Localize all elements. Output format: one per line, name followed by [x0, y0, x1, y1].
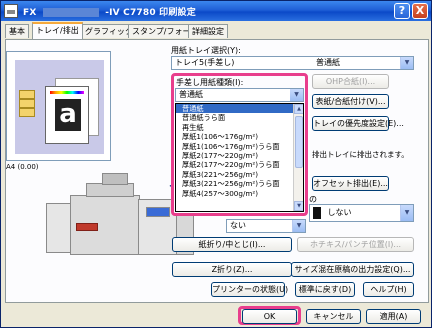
paper-type-option[interactable]: 厚紙3(221〜256g/m²)うら面 [176, 179, 303, 188]
scroll-thumb[interactable] [295, 116, 303, 168]
tab-tray-output[interactable]: トレイ/排出 [32, 22, 83, 39]
paper-type-option[interactable]: 厚紙4(257〜300g/m²) [176, 189, 303, 198]
tray-select-combo[interactable]: トレイ5(手差し) 普通紙 ▼ [171, 56, 414, 70]
paper-type-label: 手差し用紙種類(I): [176, 78, 244, 87]
tray-priority-button[interactable]: トレイの優先度設定(E)... [312, 116, 404, 131]
color-bar [50, 91, 84, 94]
printer-status-button[interactable]: プリンターの状態(U) [211, 282, 288, 297]
paper-size-label: A4 (0.00) [6, 163, 39, 171]
list-scrollbar[interactable]: ▲ ▼ [293, 104, 303, 211]
chevron-down-icon[interactable]: ▼ [290, 89, 303, 101]
printer-app-icon [4, 4, 18, 18]
fold-saddle-button[interactable]: 紙折り/中とじ(I)... [172, 237, 292, 252]
chevron-down-icon[interactable]: ▼ [292, 220, 305, 232]
ok-button[interactable]: OK [242, 309, 297, 324]
tab-basic[interactable]: 基本 [5, 24, 29, 38]
staple-icon [313, 206, 321, 219]
small-select[interactable]: ない ▼ [226, 219, 306, 233]
staple-punch-position-button[interactable]: ホチキス/パンチ位置(I)... [297, 237, 414, 252]
small-select-value: ない [230, 221, 246, 230]
paper-stack-icon [19, 90, 39, 130]
scroll-down-icon[interactable]: ▼ [294, 201, 303, 211]
mixed-size-output-button[interactable]: サイズ混在原稿の出力設定(Q)... [291, 262, 414, 277]
output-note: 排出トレイに排出されます。 [312, 150, 409, 159]
close-title-button[interactable]: X [412, 3, 428, 19]
tray-value: トレイ5(手差し) [175, 58, 235, 67]
paper-type-option[interactable]: 厚紙1(106〜176g/m²)うら面 [176, 142, 303, 151]
apply-button[interactable]: 適用(A) [366, 309, 421, 324]
chevron-down-icon[interactable]: ▼ [400, 205, 413, 221]
help-title-button[interactable]: ? [394, 3, 410, 19]
help-button[interactable]: ヘルプ(H) [363, 282, 414, 297]
title-main: -IV C7780 印刷設定 [105, 8, 196, 18]
tray-paper-value: 普通紙 [316, 58, 340, 67]
restore-default-button[interactable]: 標準に戻す(D) [295, 282, 355, 297]
tray-select-label: 用紙トレイ選択(Y): [171, 46, 241, 55]
page-preview: a [6, 51, 111, 161]
preview-background: a [15, 60, 104, 154]
manual-paper-type-panel: 手差し用紙種類(I): 普通紙 ▼ 普通紙 普通紙うら面 再生紙 厚紙1(106… [171, 73, 308, 216]
paper-type-value: 普通紙 [179, 90, 203, 99]
offset-output-button[interactable]: オフセット排出(E)... [312, 176, 389, 191]
title-redacted [42, 8, 99, 17]
z-fold-button[interactable]: Z折り(Z)... [172, 262, 292, 277]
preview-letter: a [55, 99, 81, 131]
paper-type-option[interactable]: 普通紙 [176, 104, 303, 114]
window-title: FX -IV C7780 印刷設定 [23, 5, 196, 18]
paper-type-list[interactable]: 普通紙 普通紙うら面 再生紙 厚紙1(106〜176g/m²) 厚紙1(106〜… [175, 103, 304, 212]
paper-type-option[interactable]: 再生紙 [176, 123, 303, 132]
title-prefix: FX [23, 8, 37, 18]
paper-type-option[interactable]: 厚紙2(177〜220g/m²) [176, 151, 303, 160]
paper-type-combo[interactable]: 普通紙 ▼ [175, 88, 304, 102]
chevron-down-icon[interactable]: ▼ [400, 57, 413, 69]
cover-insert-button[interactable]: 表紙/合紙付け(V)... [312, 94, 389, 109]
scroll-up-icon[interactable]: ▲ [294, 104, 303, 114]
staple-select[interactable]: しない ▼ [309, 204, 414, 222]
print-settings-window: FX -IV C7780 印刷設定 ? X 基本 トレイ/排出 グラフィックス … [0, 0, 432, 328]
tab-advanced[interactable]: 詳細設定 [188, 24, 228, 38]
title-bar[interactable]: FX -IV C7780 印刷設定 ? X [1, 1, 431, 21]
paper-type-option[interactable]: 普通紙うら面 [176, 113, 303, 122]
paper-type-option[interactable]: 厚紙2(177〜220g/m²)うら面 [176, 160, 303, 169]
cancel-button[interactable]: キャンセル [306, 309, 361, 324]
ohp-interleave-button[interactable]: OHP合紙(I)... [312, 74, 389, 89]
staple-value: しない [327, 208, 352, 217]
paper-type-option[interactable]: 厚紙3(221〜256g/m²) [176, 170, 303, 179]
paper-type-option[interactable]: 厚紙1(106〜176g/m²) [176, 132, 303, 141]
preview-page: a [45, 86, 89, 144]
